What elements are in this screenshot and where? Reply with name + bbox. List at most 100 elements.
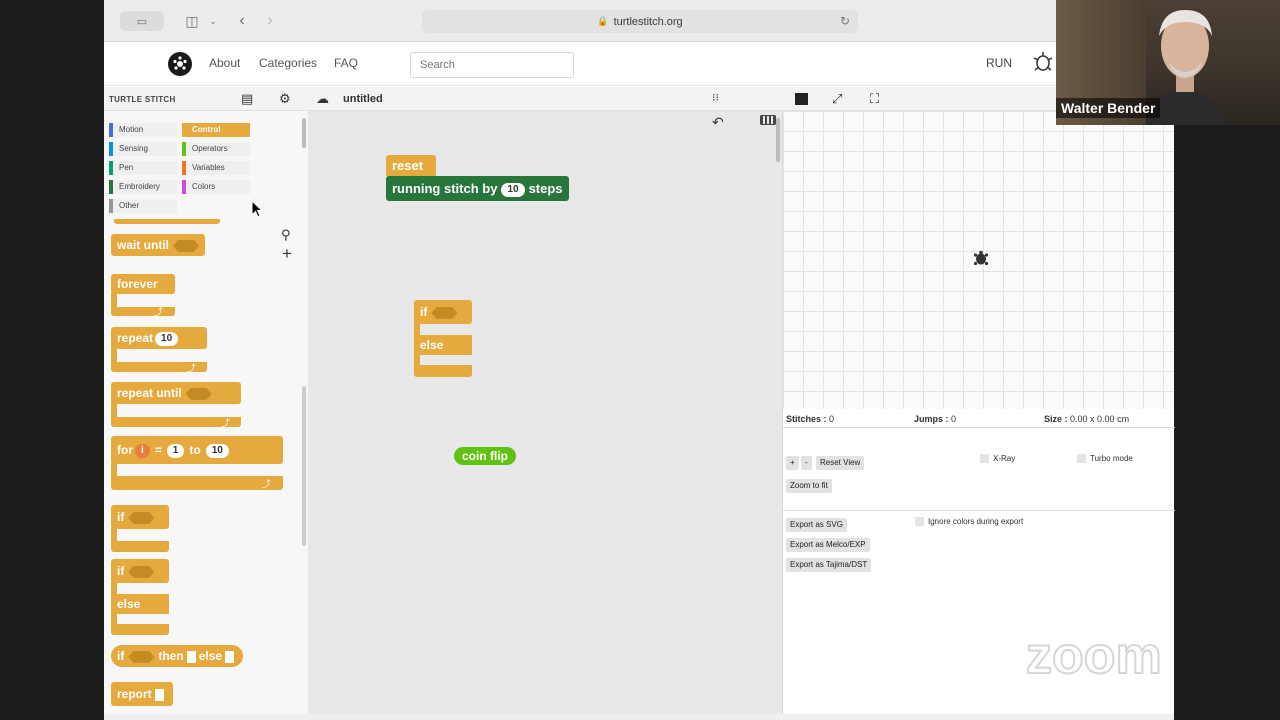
loop-arrow-icon: ⤴: [221, 418, 231, 428]
footprints-icon[interactable]: ⁝⁝: [712, 91, 719, 104]
category-swatch: [182, 161, 186, 175]
block-repeat-until[interactable]: repeat until: [111, 382, 241, 404]
gear-icon[interactable]: ⚙: [279, 91, 291, 107]
zoom-out-button[interactable]: -: [801, 456, 812, 470]
input-slot[interactable]: [225, 650, 235, 663]
boolean-slot[interactable]: [128, 565, 155, 578]
number-slot[interactable]: 10: [501, 182, 525, 197]
nav-link-run[interactable]: RUN: [986, 56, 1012, 70]
script-area[interactable]: ↶ reset running stitch by 10 steps if else…: [308, 111, 782, 720]
file-icon[interactable]: ▤: [241, 91, 253, 107]
boolean-slot[interactable]: [128, 650, 155, 663]
boolean-slot[interactable]: [173, 239, 199, 252]
input-slot[interactable]: [186, 650, 196, 663]
chevron-left-icon: ‹: [239, 12, 245, 29]
block-label: if: [117, 564, 125, 578]
boolean-slot[interactable]: [128, 511, 155, 524]
nav-link-about[interactable]: About: [209, 56, 240, 70]
block-running-stitch[interactable]: running stitch by 10 steps: [386, 176, 569, 201]
export-melco-button[interactable]: Export as Melco/EXP: [786, 538, 870, 552]
category-colors[interactable]: Colors: [182, 180, 250, 194]
add-icon[interactable]: +: [282, 244, 292, 264]
number-slot[interactable]: 10: [155, 331, 179, 346]
variable-slot[interactable]: i: [135, 443, 150, 458]
checkbox-box[interactable]: [1077, 454, 1086, 464]
divider: [783, 510, 1175, 511]
block-coin-flip[interactable]: coin flip: [454, 447, 516, 465]
xray-checkbox[interactable]: X-Ray: [980, 454, 1015, 464]
number-slot[interactable]: 10: [205, 443, 229, 458]
reset-view-button[interactable]: Reset View: [816, 456, 865, 470]
ignore-colors-checkbox[interactable]: Ignore colors during export: [915, 517, 1023, 527]
nav-link-faq[interactable]: FAQ: [334, 56, 358, 70]
keyboard-icon[interactable]: [760, 115, 776, 125]
reload-icon[interactable]: ↻: [840, 14, 850, 28]
zoom-in-button[interactable]: +: [786, 456, 799, 470]
input-slot[interactable]: [154, 688, 164, 701]
category-operators[interactable]: Operators: [182, 142, 250, 156]
turtlestitch-wordmark[interactable]: TURTLE STITCH: [109, 95, 176, 104]
block-if[interactable]: if: [111, 505, 169, 529]
palette-block-partial[interactable]: [114, 219, 220, 224]
undo-icon[interactable]: ↶: [712, 114, 724, 131]
block-wait-until[interactable]: wait until: [111, 234, 205, 256]
block-label: to: [189, 443, 201, 457]
loop-arrow-icon: ⤴: [187, 363, 197, 373]
category-control[interactable]: Control: [182, 123, 250, 137]
block-reset[interactable]: reset: [386, 155, 436, 177]
block-if-else[interactable]: if: [111, 559, 169, 583]
block-label: reset: [392, 158, 424, 173]
magnifier-icon[interactable]: ⚲: [281, 227, 291, 243]
address-bar[interactable]: 🔒 turtlestitch.org ↻: [422, 10, 858, 33]
boolean-slot[interactable]: [431, 306, 458, 319]
stage-canvas[interactable]: [782, 111, 1174, 409]
c-block-foot: [111, 476, 283, 490]
block-if-else[interactable]: if: [414, 300, 472, 324]
block-forever[interactable]: forever: [111, 274, 175, 294]
script-scrollbar[interactable]: [776, 118, 780, 162]
forward-button[interactable]: ›: [260, 11, 280, 31]
turtle-icon[interactable]: [1030, 50, 1056, 76]
category-pen[interactable]: Pen: [109, 161, 177, 175]
category-label: Motion: [119, 125, 144, 134]
number-slot[interactable]: 1: [166, 443, 185, 458]
category-embroidery[interactable]: Embroidery: [109, 180, 177, 194]
sidebar-toggle-button[interactable]: ◫: [182, 11, 202, 31]
nav-link-categories[interactable]: Categories: [259, 56, 317, 70]
sidebar-dropdown-button[interactable]: ⌄: [207, 11, 219, 31]
checkbox-box[interactable]: [980, 454, 989, 464]
category-label: Operators: [192, 144, 228, 153]
category-sensing[interactable]: Sensing: [109, 142, 177, 156]
block-else-section: else: [414, 335, 472, 355]
category-label: Other: [119, 201, 140, 210]
tab-overview-button[interactable]: ▭: [120, 11, 164, 31]
turtle-sprite-icon[interactable]: [971, 249, 991, 269]
export-tajima-button[interactable]: Export as Tajima/DST: [786, 558, 872, 572]
chevron-right-icon: ›: [267, 12, 273, 29]
block-report[interactable]: report: [111, 682, 173, 706]
cloud-icon[interactable]: ☁: [316, 91, 329, 107]
site-search-input[interactable]: [410, 52, 574, 78]
category-motion[interactable]: Motion: [109, 123, 177, 137]
participant-video-tile[interactable]: Walter Bender: [1056, 0, 1280, 125]
c-block-arm: [111, 463, 117, 477]
category-scrollbar[interactable]: [302, 118, 306, 148]
zoom-to-fit-button[interactable]: Zoom to fit: [786, 479, 832, 493]
site-navigation: About Categories FAQ RUN: [104, 42, 1174, 86]
boolean-slot[interactable]: [185, 387, 212, 400]
checkbox-box[interactable]: [915, 517, 924, 527]
export-svg-button[interactable]: Export as SVG: [786, 518, 847, 532]
category-variables[interactable]: Variables: [182, 161, 250, 175]
back-button[interactable]: ‹: [232, 11, 252, 31]
block-if-then-else-reporter[interactable]: if then else: [111, 645, 244, 667]
fullscreen-icon[interactable]: ⛶: [870, 91, 879, 107]
expand-icon[interactable]: ⤢: [832, 91, 842, 107]
stage-size-icon[interactable]: [795, 93, 808, 105]
palette-scrollbar[interactable]: [302, 386, 306, 546]
block-repeat[interactable]: repeat 10: [111, 327, 207, 349]
block-for[interactable]: for i = 1 to 10: [111, 436, 283, 464]
turbo-mode-checkbox[interactable]: Turbo mode: [1077, 454, 1133, 464]
category-other[interactable]: Other: [109, 199, 177, 213]
turtlestitch-logo-icon[interactable]: [168, 52, 192, 76]
horizontal-scrollbar[interactable]: [104, 714, 1174, 720]
